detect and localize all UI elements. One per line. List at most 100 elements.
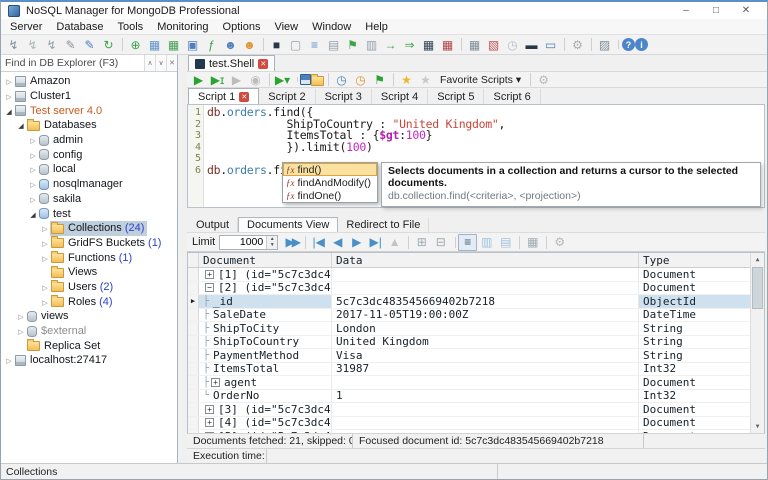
collapse-node-icon[interactable]: ⊟ <box>431 234 450 251</box>
tree-item-views-folder[interactable]: Views <box>1 265 177 280</box>
tree-expander-icon[interactable] <box>28 163 38 175</box>
autocomplete-item[interactable]: ƒx find() <box>283 163 377 176</box>
type-cell[interactable]: Document <box>639 403 752 416</box>
progress-icon[interactable]: ▭ <box>541 36 560 53</box>
data-cell[interactable] <box>332 430 639 433</box>
type-cell[interactable]: String <box>639 349 752 362</box>
scroll-up-icon[interactable]: ▲ <box>751 253 764 266</box>
save-results-icon[interactable]: ▣ <box>183 36 202 53</box>
document-cell[interactable]: ├ShipToCity <box>199 322 332 335</box>
users-icon[interactable]: ☻ <box>240 36 259 53</box>
document-cell[interactable]: ├ItemsTotal <box>199 363 332 376</box>
type-cell[interactable]: ObjectId <box>639 295 752 308</box>
tree-expander-icon[interactable] <box>4 75 14 87</box>
edit-document-icon[interactable]: ✎ <box>80 36 99 53</box>
vertical-scrollbar[interactable]: ▲ ▼ <box>750 253 764 433</box>
autocomplete-item[interactable]: ƒx findOne() <box>283 189 377 202</box>
remove-favorite-icon[interactable]: ★ <box>416 71 435 88</box>
chart-icon[interactable]: ▧ <box>484 36 503 53</box>
tree-item-views-db[interactable]: views <box>1 309 177 324</box>
table-row[interactable]: [4] (id="5c7c3dc483545... Document <box>188 417 764 431</box>
table-row[interactable]: └OrderNo 1 Int32 <box>188 390 764 404</box>
collections-icon[interactable]: ▦ <box>145 36 164 53</box>
tab-documents-view[interactable]: Documents View <box>238 217 338 232</box>
flag-icon[interactable]: ⚑ <box>343 36 362 53</box>
view-settings-icon[interactable]: ⚙ <box>550 234 569 251</box>
edit-connection-icon[interactable]: ✎ <box>61 36 80 53</box>
tree-item-external[interactable]: $external <box>1 324 177 339</box>
shell-icon[interactable]: ■ <box>267 36 286 53</box>
connect-icon[interactable]: ↯ <box>4 36 23 53</box>
tree-expander-icon[interactable] <box>4 105 14 117</box>
close-button[interactable]: ✕ <box>731 5 761 16</box>
settings-gear-icon[interactable]: ⚙ <box>568 36 587 53</box>
tree-view-icon[interactable]: ≡ <box>458 234 477 251</box>
tree-item-replica-set[interactable]: Replica Set <box>1 338 177 353</box>
tab-script-4[interactable]: Script 4 <box>372 89 428 104</box>
table-tools-icon[interactable]: ▦ <box>465 36 484 53</box>
autocomplete-item[interactable]: ƒx findAndModify() <box>283 176 377 189</box>
data-cell[interactable]: London <box>332 322 639 335</box>
type-cell[interactable]: Document <box>639 417 752 430</box>
table-row[interactable]: ├ShipToCountry United Kingdom String <box>188 336 764 350</box>
prev-document-icon[interactable]: ◀ <box>328 234 347 251</box>
execute-icon[interactable]: ▶ <box>189 71 208 88</box>
table-row[interactable]: [2] (id="5c7c3dc483545... Document <box>188 282 764 296</box>
column-header-document[interactable]: Document <box>199 253 332 267</box>
tree-expander-icon[interactable] <box>16 119 26 131</box>
type-cell[interactable]: String <box>639 322 752 335</box>
tree-expander-icon[interactable] <box>4 354 14 366</box>
image-icon[interactable]: ▨ <box>595 36 614 53</box>
menu-item[interactable]: Database <box>49 20 110 34</box>
data-cell[interactable]: 5c7c3dc483545669402b7218 <box>332 295 639 308</box>
document-cell[interactable]: ├agent <box>199 376 332 389</box>
tree-expander-icon[interactable] <box>16 310 26 322</box>
spin-down-icon[interactable]: ▼ <box>267 242 277 249</box>
scrollbar-thumb[interactable] <box>752 267 763 309</box>
document-cell[interactable]: [5] (id="5c7c3dc483545... <box>199 430 332 433</box>
tree-item-collections[interactable]: Collections (24) <box>1 221 177 236</box>
console-icon[interactable]: ▢ <box>286 36 305 53</box>
type-cell[interactable]: Document <box>639 430 752 433</box>
about-icon[interactable]: i <box>635 38 648 51</box>
add-favorite-icon[interactable]: ★ <box>397 71 416 88</box>
data-cell[interactable]: Visa <box>332 349 639 362</box>
tree-expander-icon[interactable] <box>40 222 50 234</box>
log-icon[interactable]: ▤ <box>324 36 343 53</box>
minimize-button[interactable]: – <box>671 5 701 16</box>
tree-expander-icon[interactable] <box>40 281 50 293</box>
menu-item[interactable]: Help <box>358 20 395 34</box>
row-expander-icon[interactable] <box>205 432 214 433</box>
disconnect-icon[interactable]: ↯ <box>23 36 42 53</box>
data-cell[interactable]: 31987 <box>332 363 639 376</box>
document-cell[interactable]: ├_id <box>199 295 332 308</box>
tab-script-1[interactable]: Script 1 ✕ <box>188 88 259 104</box>
data-cell[interactable]: 1 <box>332 390 639 403</box>
menu-item[interactable]: View <box>267 20 305 34</box>
maximize-button[interactable]: □ <box>701 5 731 16</box>
row-expander-icon[interactable] <box>205 283 214 292</box>
limit-input[interactable] <box>220 236 266 249</box>
tree-item-nosqlmanager[interactable]: nosqlmanager <box>1 177 177 192</box>
tab-redirect-to-file[interactable]: Redirect to File <box>338 218 429 232</box>
table-row[interactable]: [3] (id="5c7c3dc483545... Document <box>188 403 764 417</box>
new-script-icon[interactable]: ƒ <box>202 36 221 53</box>
table-row[interactable]: ├SaleDate 2017-11-05T19:00:00Z DateTime <box>188 309 764 323</box>
tree-item-amazon[interactable]: Amazon <box>1 74 177 89</box>
type-cell[interactable]: DateTime <box>639 309 752 322</box>
data-cell[interactable]: 2017-11-05T19:00:00Z <box>332 309 639 322</box>
search-prev-icon[interactable]: ∧ <box>144 55 155 71</box>
tree-expander-icon[interactable] <box>28 134 38 146</box>
tree-item-localhost[interactable]: localhost:27417 <box>1 353 177 368</box>
row-expander-icon[interactable] <box>205 405 214 414</box>
data-cell[interactable] <box>332 417 639 430</box>
expand-node-icon[interactable]: ⊞ <box>412 234 431 251</box>
export-icon[interactable]: → <box>381 36 400 53</box>
fetch-more-icon[interactable]: ▶▶ <box>282 234 301 251</box>
tree-item-cluster1[interactable]: Cluster1 <box>1 89 177 104</box>
document-cell[interactable]: ├PaymentMethod <box>199 349 332 362</box>
execute-selection-icon[interactable]: ▶ <box>227 71 246 88</box>
import-table-icon[interactable]: ▦ <box>438 36 457 53</box>
menu-item[interactable]: Tools <box>111 20 151 34</box>
table-row[interactable]: ├ItemsTotal 31987 Int32 <box>188 363 764 377</box>
